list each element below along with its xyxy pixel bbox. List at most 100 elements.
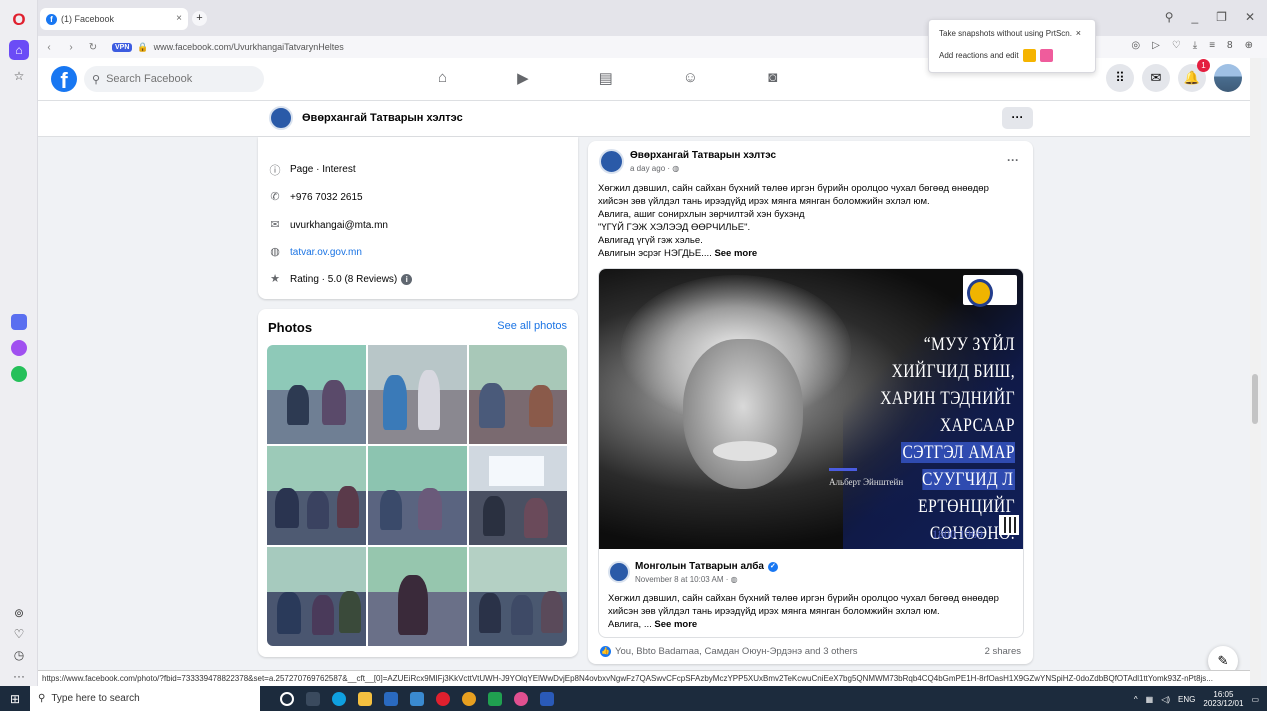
menu-icon[interactable]: ≡	[1209, 40, 1215, 51]
page-scrollbar[interactable]	[1250, 58, 1261, 686]
shared-post[interactable]: “МУУ ЗҮЙЛ ХИЙГЧИД БИШ, ХАРИН ТЭДНИЙГ ХАР…	[598, 268, 1024, 638]
app-icon[interactable]	[514, 691, 528, 706]
profile-icon[interactable]: 8	[1227, 40, 1233, 51]
facebook-favicon-icon: f	[46, 13, 57, 25]
file-explorer-icon[interactable]	[358, 691, 372, 706]
opera-taskbar-icon[interactable]	[436, 691, 450, 706]
see-all-photos-link[interactable]: See all photos	[497, 320, 567, 332]
lock-icon[interactable]: 🔒	[137, 42, 148, 53]
app-icon[interactable]	[488, 691, 502, 706]
gaming-nav-icon[interactable]: ◙	[768, 69, 777, 87]
photo-thumbnail[interactable]	[469, 547, 567, 646]
page-avatar[interactable]	[269, 106, 293, 130]
heart-icon[interactable]: ♡	[9, 624, 29, 644]
whatsapp-icon[interactable]	[11, 366, 27, 382]
taskbar-search[interactable]: ⚲ Type here to search	[30, 686, 260, 711]
chrome-icon[interactable]	[462, 691, 476, 706]
shared-author[interactable]: Монголын Татварын алба ✓	[635, 561, 778, 572]
send-icon[interactable]: ▷	[1152, 40, 1160, 51]
tray-chevron-icon[interactable]: ^	[1134, 695, 1138, 704]
post-options-button[interactable]: ···	[1007, 153, 1019, 167]
shared-time[interactable]: November 8 at 10:03 AM · ◍	[635, 575, 738, 584]
notification-center-icon[interactable]: ▭	[1251, 695, 1259, 704]
edge-icon[interactable]	[332, 691, 346, 706]
restore-icon[interactable]: ❐	[1216, 10, 1227, 24]
opera-logo-icon[interactable]: O	[9, 10, 29, 30]
new-tab-button[interactable]: +	[192, 11, 207, 26]
network-icon[interactable]: ▦	[1146, 695, 1154, 704]
clock[interactable]: 16:05 2023/12/01	[1203, 690, 1243, 708]
minimize-icon[interactable]: _	[1191, 10, 1198, 24]
shared-text: Хөгжил дэвшил, сайн сайхан бүхний төлөө …	[608, 593, 999, 630]
shared-author-avatar[interactable]	[608, 561, 630, 583]
vpn-badge[interactable]: VPN	[112, 42, 133, 52]
video-nav-icon[interactable]: ▶	[517, 69, 529, 87]
account-avatar[interactable]	[1214, 64, 1242, 92]
heart-outline-icon[interactable]: ♡	[1172, 40, 1181, 51]
quote-author: Альберт Эйнштейн	[829, 477, 904, 487]
notifications-bell-icon[interactable]: 🔔 1	[1178, 59, 1210, 92]
shared-see-more-link[interactable]: See more	[654, 619, 697, 630]
photo-thumbnail[interactable]	[267, 547, 366, 646]
camera-icon[interactable]: ◎	[1131, 40, 1140, 51]
photo-thumbnail[interactable]	[368, 345, 467, 444]
history-icon[interactable]: ◷	[9, 645, 29, 665]
windows-start-icon[interactable]: ⊞	[0, 692, 30, 706]
photo-thumbnail[interactable]	[368, 446, 467, 545]
download-icon[interactable]: ⤓	[1193, 40, 1197, 51]
forward-icon[interactable]: ›	[60, 42, 82, 53]
post-author-avatar[interactable]	[599, 149, 624, 174]
photo-thumbnail[interactable]	[368, 547, 467, 646]
mail-icon[interactable]	[410, 691, 424, 706]
scrollbar-thumb[interactable]	[1252, 374, 1258, 424]
phone-icon: ✆	[270, 191, 280, 203]
close-tooltip-icon[interactable]: ×	[1076, 28, 1081, 38]
menu-grid-icon[interactable]: ⠿	[1106, 64, 1134, 92]
search-box[interactable]: ⚲	[84, 66, 264, 92]
intro-email: ✉ uvurkhangai@mta.mn	[268, 218, 388, 232]
close-tab-icon[interactable]: ×	[176, 13, 182, 24]
messenger-button-icon[interactable]: ✉	[1142, 64, 1170, 92]
facebook-logo-icon[interactable]: f	[51, 66, 77, 93]
aria-icon[interactable]	[11, 314, 27, 330]
player-icon[interactable]: ⊚	[9, 603, 29, 623]
more-icon[interactable]: ···	[9, 666, 29, 686]
reload-icon[interactable]: ↻	[82, 42, 104, 53]
groups-nav-icon[interactable]: ☺	[683, 69, 698, 87]
photo-thumbnail[interactable]	[469, 446, 567, 545]
tab-facebook[interactable]: f (1) Facebook ×	[40, 8, 188, 30]
intro-phone: ✆ +976 7032 2615	[268, 190, 362, 204]
rating-info-icon[interactable]: i	[401, 273, 413, 285]
post-image[interactable]: “МУУ ЗҮЙЛ ХИЙГЧИД БИШ, ХАРИН ТЭДНИЙГ ХАР…	[599, 269, 1023, 549]
marketplace-nav-icon[interactable]: ▤	[599, 69, 613, 87]
star-icon[interactable]: ☆	[9, 66, 29, 86]
store-icon[interactable]	[384, 691, 398, 706]
volume-icon[interactable]: ◁)	[1161, 695, 1170, 704]
photo-thumbnail[interactable]	[267, 446, 366, 545]
post-time[interactable]: a day ago · ◍	[630, 164, 679, 173]
close-window-icon[interactable]: ✕	[1245, 10, 1255, 24]
sticker-icon	[1039, 49, 1053, 62]
share-count[interactable]: 2 shares	[985, 646, 1021, 657]
info-icon: ⓘ	[269, 165, 281, 177]
post-author[interactable]: Өвөрхангай Татварын хэлтэс	[630, 150, 776, 161]
page-title[interactable]: Өвөрхангай Татварын хэлтэс	[302, 112, 463, 124]
messenger-icon[interactable]	[11, 340, 27, 356]
task-view-icon[interactable]	[306, 691, 320, 706]
search-input[interactable]	[106, 73, 247, 85]
language-indicator[interactable]: ENG	[1178, 695, 1195, 704]
home-icon[interactable]: ⌂	[9, 40, 29, 60]
photo-thumbnail[interactable]	[267, 345, 366, 444]
extension-icon[interactable]: ⊕	[1245, 40, 1253, 51]
word-icon[interactable]	[540, 691, 554, 706]
page-more-button[interactable]: ···	[1002, 107, 1033, 129]
back-icon[interactable]: ‹	[38, 42, 60, 53]
home-nav-icon[interactable]: ⌂	[438, 69, 447, 87]
url-field[interactable]: www.facebook.com/UvurkhangaiTatvarynHelt…	[154, 42, 344, 52]
see-more-link[interactable]: See more	[714, 248, 757, 259]
search-tabs-icon[interactable]: ⚲	[1165, 10, 1174, 24]
reaction-summary[interactable]: 👍 You, Bbto Badamaa, Самдан Оюун-Эрдэнэ …	[600, 646, 858, 657]
notification-badge: 1	[1197, 59, 1210, 72]
photo-thumbnail[interactable]	[469, 345, 567, 444]
cortana-icon[interactable]	[280, 691, 294, 706]
